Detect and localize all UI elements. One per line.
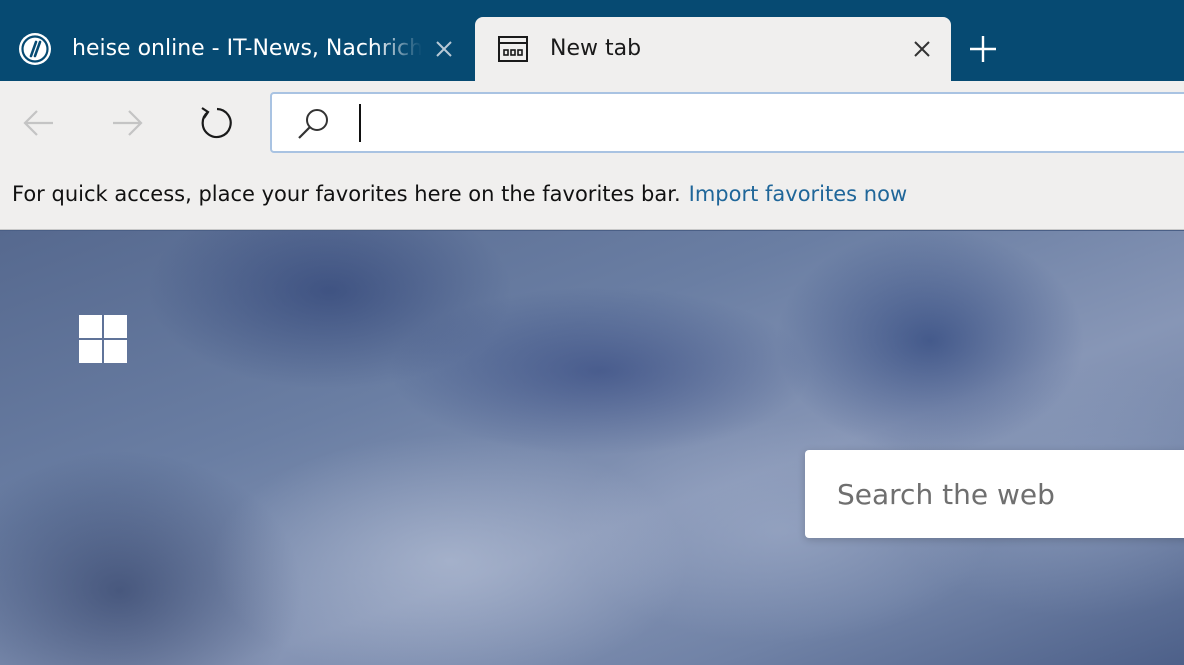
tab-strip: heise online - IT-News, Nachrichten New …	[0, 0, 1184, 81]
search-input[interactable]	[837, 474, 1177, 514]
back-button[interactable]	[17, 101, 61, 145]
forward-button[interactable]	[105, 101, 149, 145]
tab-title: New tab	[550, 36, 642, 61]
favorites-bar: For quick access, place your favorites h…	[0, 163, 1184, 230]
navigation-bar	[0, 81, 1184, 163]
tab-heise[interactable]: heise online - IT-News, Nachrichten	[0, 17, 470, 81]
favorites-message: For quick access, place your favorites h…	[12, 182, 681, 206]
search-icon	[298, 109, 328, 139]
heise-logo-icon	[19, 33, 51, 65]
address-bar[interactable]	[270, 92, 1184, 153]
refresh-button[interactable]	[193, 101, 237, 145]
new-tab-page	[0, 231, 1184, 665]
arrow-right-icon	[113, 110, 143, 136]
favorites-message-row: For quick access, place your favorites h…	[12, 180, 907, 208]
text-caret	[359, 104, 361, 142]
plus-icon[interactable]	[966, 32, 1000, 66]
close-icon[interactable]	[432, 37, 456, 61]
arrow-left-icon	[23, 110, 53, 136]
windows-logo-icon	[79, 315, 127, 363]
import-favorites-link[interactable]: Import favorites now	[689, 182, 907, 206]
web-search-box[interactable]	[805, 450, 1184, 538]
refresh-icon	[201, 107, 232, 139]
close-icon[interactable]	[910, 37, 934, 61]
address-input[interactable]	[358, 104, 1178, 142]
tab-title: heise online - IT-News, Nachrichten	[72, 36, 422, 61]
tab-new-tab[interactable]: New tab	[475, 17, 951, 81]
new-tab-page-icon	[498, 36, 528, 62]
